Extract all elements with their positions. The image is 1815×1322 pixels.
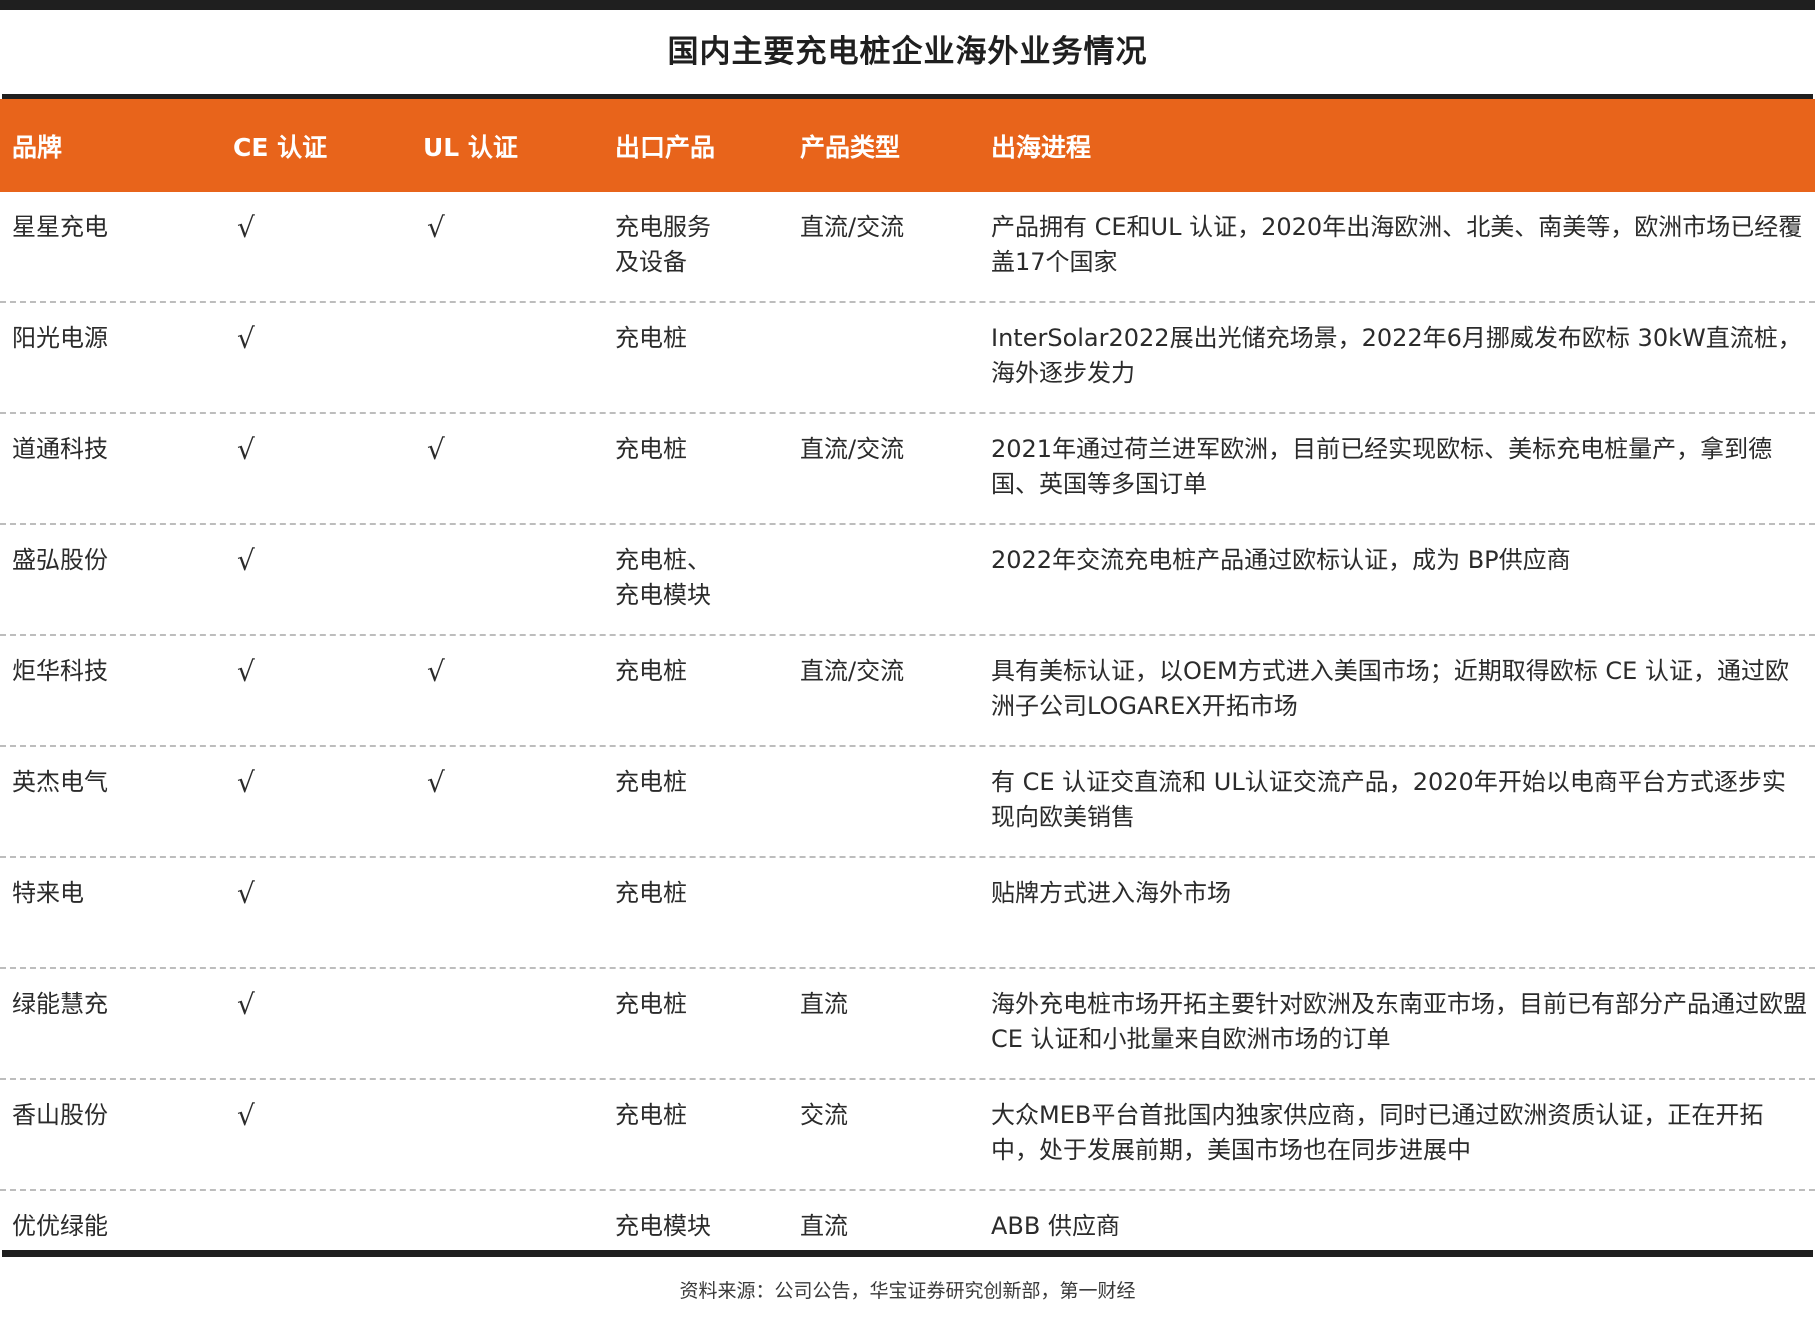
cell-ul-check bbox=[423, 303, 615, 412]
cell-type: 直流/交流 bbox=[800, 435, 905, 463]
cell-product: 充电桩 bbox=[615, 879, 687, 907]
cell-ul-check: √ bbox=[427, 655, 445, 688]
cell-ul-check: √ bbox=[427, 433, 445, 466]
cell-progress: 海外充电桩市场开拓主要针对欧洲及东南亚市场，目前已有部分产品通过欧盟 CE 认证… bbox=[991, 990, 1807, 1053]
top-rule bbox=[0, 0, 1815, 10]
table-title: 国内主要充电桩企业海外业务情况 bbox=[667, 34, 1148, 70]
cell-product: 充电服务 及设备 bbox=[615, 213, 711, 276]
cell-ul-check bbox=[423, 858, 615, 967]
cell-brand: 盛弘股份 bbox=[12, 546, 108, 574]
cell-type: 交流 bbox=[800, 1101, 848, 1129]
table-row: 特来电 √ 充电桩 贴牌方式进入海外市场 bbox=[0, 858, 1815, 969]
cell-ce-check: √ bbox=[237, 544, 255, 577]
cell-brand: 特来电 bbox=[12, 879, 84, 907]
cell-brand: 炬华科技 bbox=[12, 657, 108, 685]
header-ce: CE 认证 bbox=[233, 132, 328, 162]
table-row: 阳光电源 √ 充电桩 InterSolar2022展出光储充场景，2022年6月挪威发… bbox=[0, 303, 1815, 414]
table-row: 香山股份 √ 充电桩 交流 大众MEB平台首批国内独家供应商，同时已通过欧洲资质认证，正… bbox=[0, 1080, 1815, 1191]
cell-product: 充电桩 bbox=[615, 1101, 687, 1129]
cell-ce-check: √ bbox=[237, 766, 255, 799]
cell-type bbox=[800, 303, 991, 412]
cell-progress: 产品拥有 CE和UL 认证，2020年出海欧洲、北美、南美等，欧洲市场已经覆盖1… bbox=[991, 213, 1803, 276]
cell-product: 充电桩 bbox=[615, 435, 687, 463]
cell-ul-check bbox=[423, 1080, 615, 1189]
header-product: 出口产品 bbox=[615, 132, 716, 162]
cell-type bbox=[800, 858, 991, 967]
cell-ce-check: √ bbox=[237, 1099, 255, 1132]
cell-brand: 道通科技 bbox=[12, 435, 108, 463]
cell-product: 充电桩 bbox=[615, 324, 687, 352]
cell-ce-check: √ bbox=[237, 655, 255, 688]
cell-type bbox=[800, 747, 991, 856]
cell-ce-check: √ bbox=[237, 211, 255, 244]
header-progress: 出海进程 bbox=[991, 132, 1092, 162]
cell-ce-check: √ bbox=[237, 433, 255, 466]
cell-brand: 英杰电气 bbox=[12, 768, 108, 796]
cell-type: 直流 bbox=[800, 990, 848, 1018]
cell-brand: 阳光电源 bbox=[12, 324, 108, 352]
cell-progress: 2022年交流充电桩产品通过欧标认证，成为 BP供应商 bbox=[991, 546, 1571, 574]
cell-product: 充电桩 bbox=[615, 990, 687, 1018]
table-row: 道通科技 √ √ 充电桩 直流/交流 2021年通过荷兰进军欧洲，目前已经实现欧标、美标充… bbox=[0, 414, 1815, 525]
cell-ul-check: √ bbox=[427, 766, 445, 799]
table-body: 星星充电 √ √ 充电服务 及设备 直流/交流 产品拥有 CE和UL 认证，2020年出海… bbox=[0, 192, 1815, 1313]
cell-progress: 具有美标认证，以OEM方式进入美国市场；近期取得欧标 CE 认证，通过欧洲子公司… bbox=[991, 657, 1789, 720]
cell-progress: InterSolar2022展出光储充场景，2022年6月挪威发布欧标 30kW… bbox=[991, 324, 1802, 387]
cell-ce-check: √ bbox=[237, 877, 255, 910]
cell-ce-check: √ bbox=[237, 322, 255, 355]
cell-brand: 星星充电 bbox=[12, 213, 108, 241]
cell-progress: 2021年通过荷兰进军欧洲，目前已经实现欧标、美标充电桩量产，拿到德国、英国等多… bbox=[991, 435, 1773, 498]
table-row: 英杰电气 √ √ 充电桩 有 CE 认证交直流和 UL认证交流产品，2020年开始以电商… bbox=[0, 747, 1815, 858]
table-row: 盛弘股份 √ 充电桩、 充电模块 2022年交流充电桩产品通过欧标认证，成为 BP供应… bbox=[0, 525, 1815, 636]
cell-type: 直流/交流 bbox=[800, 213, 905, 241]
cell-brand: 香山股份 bbox=[12, 1101, 108, 1129]
header-type: 产品类型 bbox=[800, 132, 901, 162]
cell-product: 充电桩 bbox=[615, 768, 687, 796]
cell-progress: 有 CE 认证交直流和 UL认证交流产品，2020年开始以电商平台方式逐步实现向… bbox=[991, 768, 1786, 831]
overseas-business-table: 品牌 CE 认证 UL 认证 出口产品 产品类型 出海进程 星星充电 √ √ 充电服务… bbox=[0, 99, 1815, 1313]
cell-ul-check bbox=[423, 525, 615, 634]
cell-product: 充电桩、 充电模块 bbox=[615, 546, 711, 609]
cell-progress: 大众MEB平台首批国内独家供应商，同时已通过欧洲资质认证，正在开拓中，处于发展前… bbox=[991, 1101, 1764, 1164]
source-note: 资料来源：公司公告，华宝证券研究创新部，第一财经 bbox=[679, 1280, 1136, 1302]
header-ul: UL 认证 bbox=[423, 132, 518, 162]
cell-ul-check: √ bbox=[427, 211, 445, 244]
cell-ce-check: √ bbox=[237, 988, 255, 1021]
cell-product: 充电桩 bbox=[615, 657, 687, 685]
cell-type: 直流/交流 bbox=[800, 657, 905, 685]
table-row: 绿能慧充 √ 充电桩 直流 海外充电桩市场开拓主要针对欧洲及东南亚市场，目前已有部分产品… bbox=[0, 969, 1815, 1080]
bottom-rule bbox=[2, 1250, 1813, 1257]
cell-brand: 绿能慧充 bbox=[12, 990, 108, 1018]
header-brand: 品牌 bbox=[12, 132, 63, 162]
cell-progress: 贴牌方式进入海外市场 bbox=[991, 879, 1231, 907]
cell-ul-check bbox=[423, 969, 615, 1078]
table-row: 星星充电 √ √ 充电服务 及设备 直流/交流 产品拥有 CE和UL 认证，2020年出海… bbox=[0, 192, 1815, 303]
cell-type bbox=[800, 525, 991, 634]
table-header-row: 品牌 CE 认证 UL 认证 出口产品 产品类型 出海进程 bbox=[0, 99, 1815, 192]
table-row: 炬华科技 √ √ 充电桩 直流/交流 具有美标认证，以OEM方式进入美国市场；近期取得欧标… bbox=[0, 636, 1815, 747]
